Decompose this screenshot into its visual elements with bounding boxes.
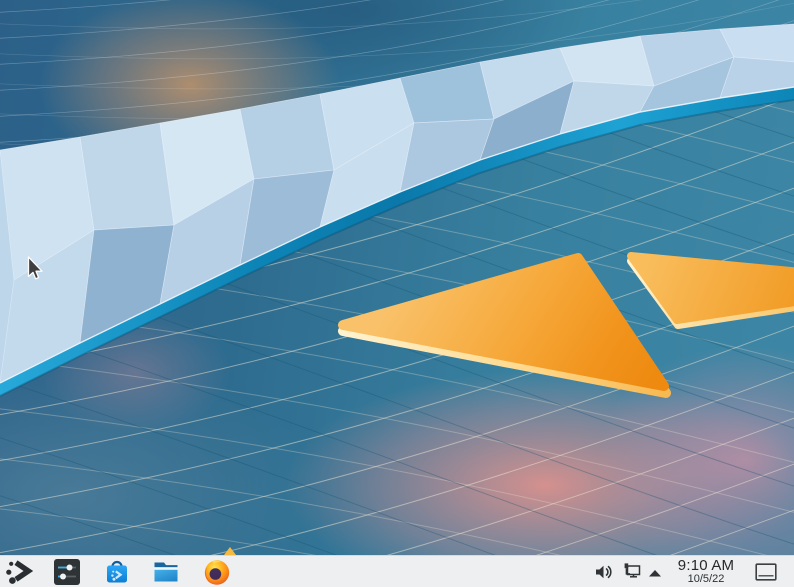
network-tray-button[interactable] [623,562,643,582]
task-icon-dolphin[interactable] [152,558,180,586]
system-settings-icon [54,559,80,585]
kde-launcher-icon [6,560,33,584]
digital-clock[interactable]: 9:10 AM 10/5/22 [666,557,746,587]
clock-date: 10/5/22 [687,573,725,585]
wallpaper[interactable] [0,0,794,555]
task-icon-system-settings[interactable] [53,558,81,586]
firefox-icon [204,560,230,585]
taskbar: 9:10 AM 10/5/22 [0,555,794,587]
show-desktop-button[interactable] [755,563,777,581]
clock-time: 9:10 AM [677,557,735,574]
task-icon-discover[interactable] [103,558,131,586]
folder-icon [154,562,178,582]
show-desktop-icon [755,563,777,581]
volume-icon [596,565,612,579]
tray-expander-button[interactable] [648,566,662,578]
desktop[interactable]: 9:10 AM 10/5/22 [0,0,794,587]
chevron-up-icon [649,570,661,577]
task-icon-firefox[interactable] [203,558,231,586]
network-icon [624,563,641,578]
app-launcher-button[interactable] [5,558,33,586]
volume-tray-button[interactable] [594,562,614,582]
discover-icon [107,560,127,583]
